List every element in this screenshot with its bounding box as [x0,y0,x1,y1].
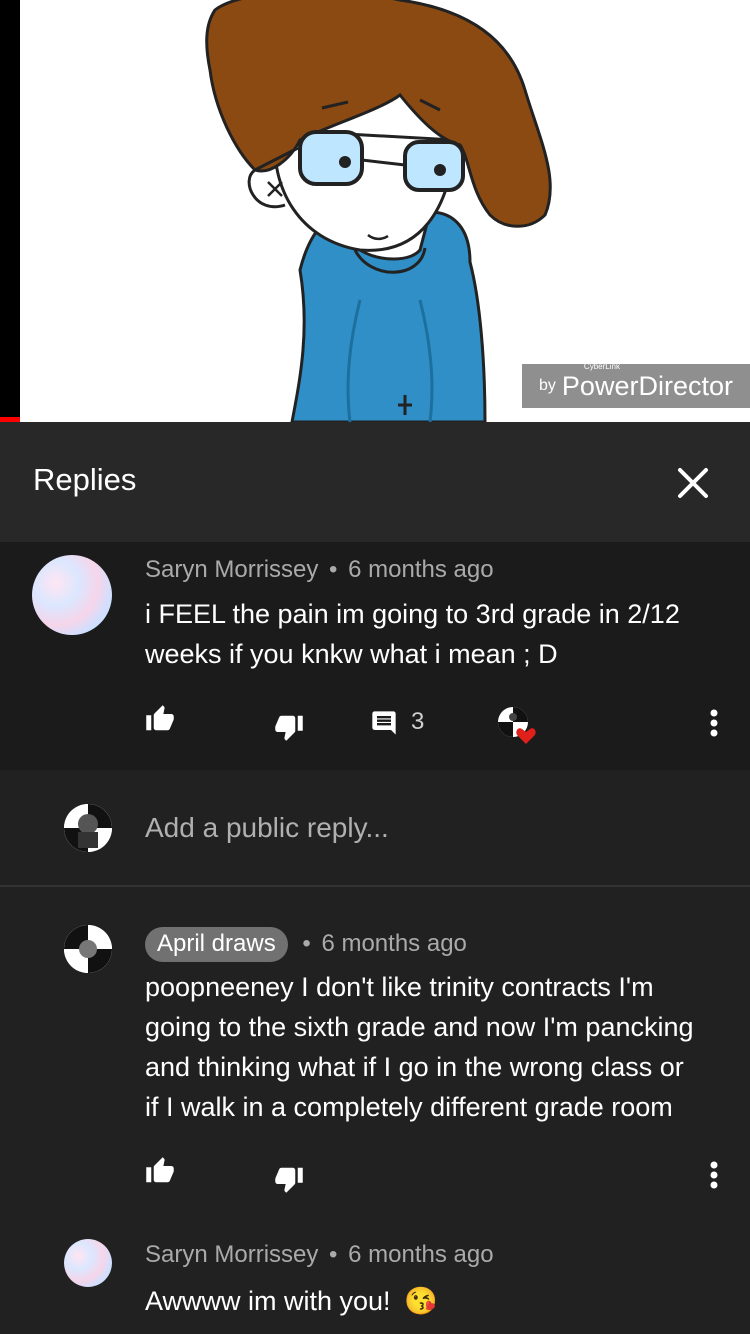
comment-text-line: weeks if you knkw what i mean ; D [145,639,558,669]
video-player[interactable]: by CyberLink PowerDirector [0,0,750,422]
user-avatar-image [64,804,112,852]
more-options-button[interactable] [700,707,728,739]
comment-text-line: i FEEL the pain im going to 3rd grade in… [145,599,680,629]
comment-meta: Saryn Morrissey • 6 months ago [145,1241,494,1269]
avatar[interactable] [32,555,112,635]
meta-separator: • [329,556,338,583]
dislike-button[interactable] [272,711,306,743]
like-button[interactable] [143,703,177,735]
watermark-small: CyberLink [583,361,620,371]
author-pill[interactable]: April draws [145,927,288,962]
reply-icon [372,711,396,735]
close-button[interactable] [670,460,716,506]
creator-heart [497,705,539,747]
add-reply-input[interactable]: Add a public reply... [145,812,389,844]
comment-text: i FEEL the pain im going to 3rd grade in… [145,594,680,674]
comment-text-line: Awwww im with you! [145,1286,391,1316]
comment-text-line: going to the sixth grade and now I'm pan… [145,1012,694,1042]
avatar[interactable] [64,1239,112,1287]
kiss-emoji-icon: 😘 [404,1286,438,1316]
like-button[interactable] [143,1155,177,1187]
comment-time: 6 months ago [348,1241,494,1268]
comment-meta: April draws • 6 months ago [145,927,467,962]
replies-title: Replies [33,462,137,497]
watermark-brand-text: PowerDirector [561,370,733,401]
user-avatar-image [64,925,112,973]
more-options-button[interactable] [700,1159,728,1191]
thumbs-up-icon [146,705,174,731]
comment-text-line: poopneeney I don't like trinity contract… [145,972,654,1002]
thumbs-down-icon [275,1167,303,1193]
comment-text-line: and thinking what if I go in the wrong c… [145,1052,684,1082]
comment-text-line: if I walk in a completely different grad… [145,1092,673,1122]
comment-text: Awwww im with you! 😘 [145,1281,438,1321]
creator-heart-icon [498,707,536,744]
video-frame-drawing [205,0,552,422]
comment-author[interactable]: Saryn Morrissey [145,1241,318,1268]
reply-button[interactable] [368,708,400,738]
comment-time: 6 months ago [348,556,494,583]
dislike-button[interactable] [272,1163,306,1195]
thumbs-up-icon [146,1157,174,1183]
watermark-by: by [539,377,556,394]
more-vert-icon [710,709,718,737]
reply-count: 3 [411,708,425,735]
more-vert-icon [710,1161,718,1189]
thumbs-down-icon [275,715,303,741]
comment-meta: Saryn Morrissey • 6 months ago [145,556,494,584]
comment-time: 6 months ago [321,930,467,957]
comment-text: poopneeney I don't like trinity contract… [145,967,694,1127]
meta-separator: • [302,930,311,957]
close-icon [678,468,708,498]
avatar[interactable] [64,925,112,973]
meta-separator: • [329,1241,338,1268]
watermark-brand: CyberLink PowerDirector [561,362,733,402]
watermark: by CyberLink PowerDirector [522,362,750,408]
comment-author[interactable]: Saryn Morrissey [145,556,318,583]
avatar[interactable] [64,804,112,852]
